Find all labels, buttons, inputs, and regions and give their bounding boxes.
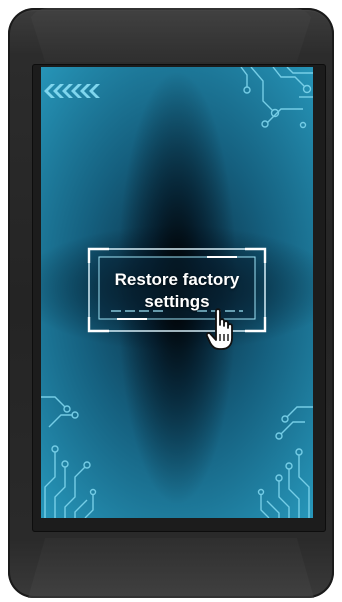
hand-pointer-icon: [205, 308, 233, 350]
chevrons-left-icon: [44, 84, 100, 98]
device-top-cap: [28, 8, 314, 62]
restore-factory-settings-button[interactable]: Restore factory settings: [87, 247, 267, 350]
device-bottom-cap: [28, 538, 314, 598]
touch-screen: Restore factory settings: [41, 67, 313, 518]
